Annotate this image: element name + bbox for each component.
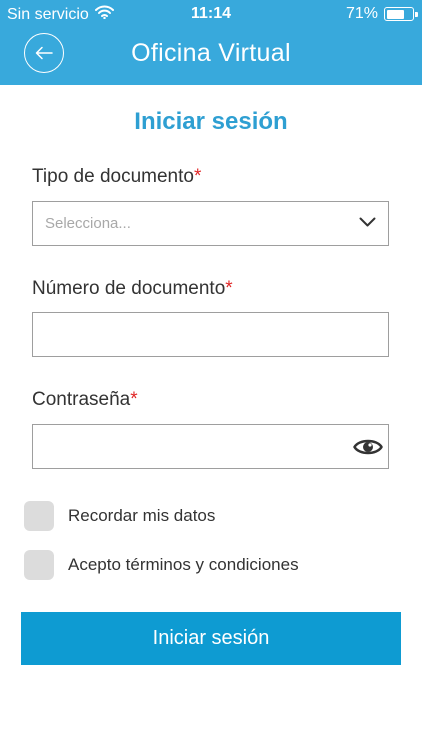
required-marker: *: [193, 166, 202, 187]
password-toggle-button[interactable]: [353, 436, 383, 463]
terms-row[interactable]: Acepto términos y condiciones: [24, 550, 299, 580]
chevron-down-icon: [359, 217, 376, 227]
status-bar: Sin servicio 11:14 71%: [0, 0, 422, 28]
remember-checkbox[interactable]: [24, 501, 54, 531]
battery-percent: 71%: [345, 5, 378, 22]
document-type-label-text: Tipo de documento: [32, 166, 194, 187]
required-marker: *: [225, 278, 233, 299]
document-type-selected: Selecciona...: [45, 215, 131, 232]
page-heading: Iniciar sesión: [134, 108, 288, 135]
terms-checkbox[interactable]: [24, 550, 54, 580]
login-button[interactable]: Iniciar sesión: [21, 612, 401, 665]
eye-icon: [353, 439, 383, 455]
terms-label: Acepto términos y condiciones: [68, 555, 299, 574]
document-number-label: Número de documento*: [32, 278, 233, 300]
document-number-input[interactable]: [32, 312, 389, 357]
document-number-label-text: Número de documento: [32, 278, 226, 299]
document-type-select[interactable]: Selecciona...: [32, 201, 389, 246]
battery-tip: [415, 11, 418, 17]
battery-icon: [384, 7, 418, 21]
remember-row[interactable]: Recordar mis datos: [24, 501, 215, 531]
app-header: Sin servicio 11:14 71% Oficina Virtual: [0, 0, 422, 85]
battery-fill: [386, 9, 404, 19]
password-label: Contraseña*: [32, 389, 138, 411]
document-type-label: Tipo de documento*: [32, 166, 201, 188]
remember-label: Recordar mis datos: [68, 506, 216, 525]
status-right: 71%: [345, 5, 418, 23]
password-label-text: Contraseña: [32, 389, 131, 410]
login-button-label: Iniciar sesión: [152, 627, 270, 649]
password-input[interactable]: [32, 424, 389, 469]
header-title: Oficina Virtual: [131, 39, 291, 67]
required-marker: *: [130, 389, 138, 410]
